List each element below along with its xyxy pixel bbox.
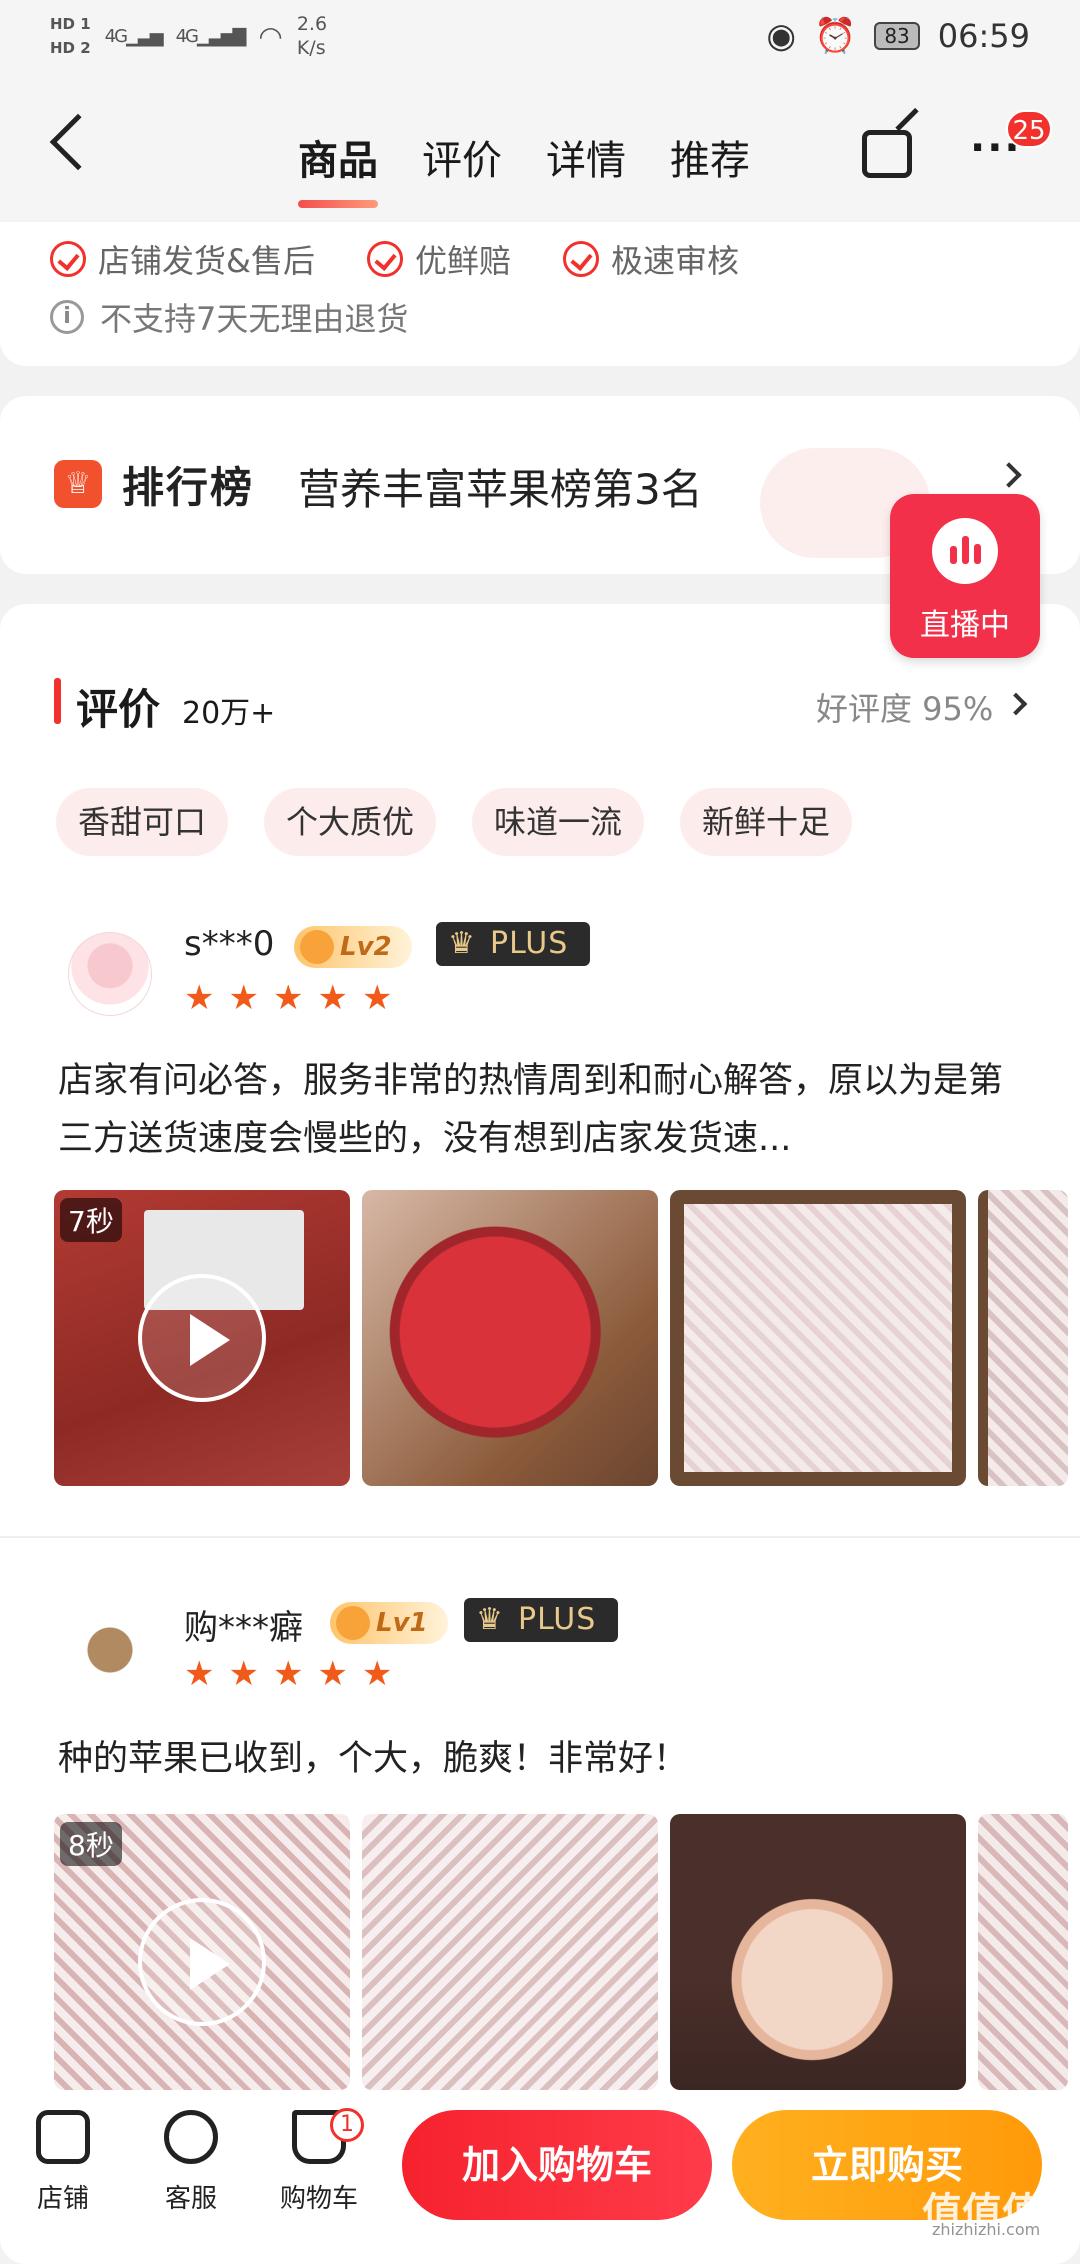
review-photos: 7秒 (54, 1190, 1068, 1486)
store-icon (36, 2110, 90, 2164)
live-stream-button[interactable]: 直播中 (890, 494, 1040, 658)
review-photo-apple[interactable] (362, 1190, 658, 1486)
share-icon[interactable] (862, 130, 912, 178)
signal-icon: 4G▁▃▅ (104, 25, 164, 47)
review-text[interactable]: 种的苹果已收到，个大，脆爽！非常好！ (58, 1730, 1018, 1788)
ranking-brand: 排行榜 (122, 463, 255, 512)
wifi-icon: ◠ (258, 19, 283, 53)
section-marker (54, 678, 61, 724)
chevron-right-icon[interactable] (1004, 692, 1028, 716)
star-icon: ★ (228, 978, 259, 1018)
divider (0, 1536, 1080, 1538)
star-icon: ★ (272, 978, 304, 1018)
level-badge: Lv1 (330, 1602, 448, 1644)
top-nav: 商品 评价 详情 推荐 ··· 25 (0, 80, 1080, 220)
star-icon: ★ (317, 978, 348, 1018)
alarm-icon: ⏰ (813, 16, 857, 56)
reviews-count: 20万+ (182, 696, 276, 731)
ranking-text: 营养丰富苹果榜第3名 (298, 465, 703, 514)
review-photos: 8秒 (54, 1814, 1068, 2090)
star-icon: ★ (184, 1654, 215, 1694)
network-speed: 2.6 K/s (296, 13, 328, 59)
star-icon: ★ (228, 1654, 259, 1694)
status-bar: HD 1 HD 2 4G▁▃▅ 4G▁▃▅▇ ◠ 2.6 K/s ◉ ⏰ 83 … (0, 0, 1080, 80)
hd-indicator: HD 1 HD 2 (50, 15, 91, 57)
back-arrow-icon[interactable] (49, 113, 107, 171)
tab-recommend[interactable]: 推荐 (670, 128, 750, 186)
check-circle-icon (50, 241, 86, 277)
live-label: 直播中 (920, 608, 1010, 643)
star-icon: ★ (184, 978, 215, 1018)
signal-icon-2: 4G▁▃▅▇ (175, 25, 247, 47)
service-guarantee-card[interactable]: 店铺发货&售后 优鲜赔 极速审核 i 不支持7天无理由退货 (0, 222, 1080, 366)
play-icon[interactable] (138, 1274, 266, 1402)
star-rating: ★ ★ ★ ★ ★ (184, 1654, 392, 1694)
review-tag[interactable]: 新鲜十足 (680, 788, 853, 856)
review-tag[interactable]: 味道一流 (472, 788, 645, 856)
service-item: 店铺发货&售后 (50, 236, 315, 282)
video-duration: 8秒 (60, 1822, 122, 1866)
cart-badge: 1 (330, 2108, 364, 2142)
level-badge: Lv2 (294, 926, 412, 968)
star-rating: ★ ★ ★ ★ ★ (184, 978, 392, 1018)
battery-indicator: 83 (874, 22, 920, 50)
service-item: 极速审核 (562, 236, 739, 282)
star-icon: ★ (361, 1654, 393, 1694)
review-photo-apples[interactable] (362, 1814, 658, 2090)
eye-icon: ◉ (766, 16, 796, 56)
customer-service-button[interactable]: 客服 (146, 2110, 236, 2215)
tab-reviews[interactable]: 评价 (422, 128, 502, 186)
review-photo-partial[interactable] (978, 1814, 1068, 2090)
live-icon (932, 518, 998, 584)
star-icon: ★ (272, 1654, 304, 1694)
plus-badge: PLUS (436, 922, 590, 966)
positive-rating[interactable]: 好评度 95% (816, 684, 993, 730)
username: s***0 (184, 924, 275, 964)
store-button[interactable]: 店铺 (18, 2110, 108, 2215)
trophy-icon: ♕ (54, 460, 102, 508)
username: 购***癖 (184, 1608, 303, 1648)
star-icon: ★ (361, 978, 393, 1018)
review-photo-single-apple[interactable] (670, 1814, 966, 2090)
service-item: 优鲜赔 (366, 236, 511, 282)
chevron-right-icon (996, 462, 1022, 488)
review-tag[interactable]: 香甜可口 (56, 788, 229, 856)
star-icon: ★ (317, 1654, 348, 1694)
reviews-title: 评价 (76, 685, 161, 734)
bottom-action-bar: 店铺 客服 购物车 1 加入购物车 立即购买 (0, 2096, 1080, 2240)
avatar[interactable] (68, 1608, 152, 1692)
clock: 06:59 (937, 17, 1030, 55)
video-duration: 7秒 (60, 1198, 122, 1242)
review-photo-partial[interactable] (978, 1190, 1068, 1486)
avatar[interactable] (68, 932, 152, 1016)
check-circle-icon (562, 241, 599, 277)
review-tag[interactable]: 个大质优 (264, 788, 437, 856)
tab-bar: 商品 评价 详情 推荐 (298, 128, 750, 208)
reviews-section: 评价 20万+ 好评度 95% 香甜可口 个大质优 味道一流 新鲜十足 s***… (0, 604, 1080, 2264)
tab-product[interactable]: 商品 (298, 128, 378, 208)
message-badge: 25 (1006, 110, 1052, 148)
info-icon: i (50, 300, 84, 334)
review-text[interactable]: 店家有问必答，服务非常的热情周到和耐心解答，原以为是第三方送货速度会慢些的，没有… (58, 1052, 1018, 1168)
tab-details[interactable]: 详情 (546, 128, 626, 186)
review-tags: 香甜可口 个大质优 味道一流 新鲜十足 (56, 788, 853, 856)
chat-icon (164, 2110, 218, 2164)
plus-badge: PLUS (464, 1598, 618, 1642)
return-policy-notice: i 不支持7天无理由退货 (50, 294, 408, 340)
review-photo-box[interactable] (670, 1190, 966, 1486)
review-video[interactable]: 8秒 (54, 1814, 350, 2090)
check-circle-icon (366, 241, 403, 277)
add-to-cart-button[interactable]: 加入购物车 (402, 2110, 712, 2220)
play-icon[interactable] (138, 1898, 266, 2026)
watermark-url: zhizhizhi.com (932, 2220, 1041, 2239)
review-video[interactable]: 7秒 (54, 1190, 350, 1486)
